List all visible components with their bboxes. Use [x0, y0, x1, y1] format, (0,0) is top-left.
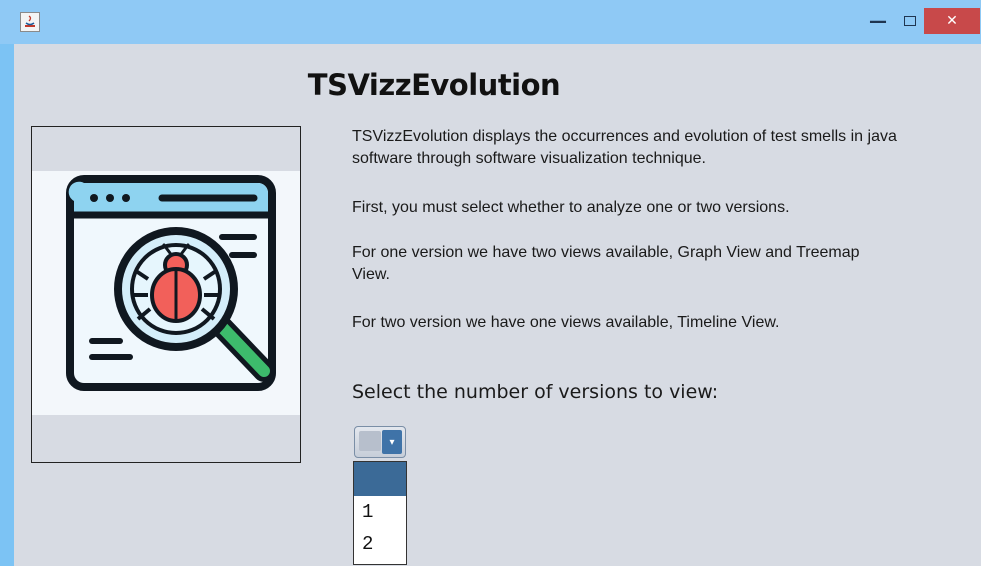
dropdown-option-2[interactable]: 2: [354, 528, 406, 560]
maximize-icon: [904, 16, 916, 26]
java-app-icon: [20, 12, 40, 32]
version-dropdown-list: 1 2: [353, 461, 407, 565]
logo-image-background: [32, 171, 300, 415]
minimize-button[interactable]: —: [860, 8, 896, 34]
maximize-button[interactable]: [897, 8, 923, 34]
dropdown-option-1[interactable]: 1: [354, 496, 406, 528]
bug-search-icon: [66, 175, 276, 391]
app-title: TSVizzEvolution: [307, 68, 561, 102]
description-paragraph-3: For one version we have two views availa…: [352, 244, 860, 283]
chevron-down-icon[interactable]: ▾: [382, 430, 402, 454]
app-window: — ✕ TSVizzEvolution TSVizzEvolution disp…: [0, 0, 981, 566]
dropdown-option-empty[interactable]: [354, 462, 406, 496]
description-paragraph-2: First, you must select whether to analyz…: [352, 199, 790, 216]
main-panel: TSVizzEvolution TSVizzEvolution displays…: [14, 44, 981, 566]
description-paragraph-1: TSVizzEvolution displays the occurrences…: [352, 128, 897, 167]
logo-image-frame: [31, 126, 301, 463]
close-button[interactable]: ✕: [924, 8, 980, 34]
description-paragraph-4: For two version we have one views availa…: [352, 314, 780, 331]
version-select-label: Select the number of versions to view:: [352, 381, 719, 403]
title-bar[interactable]: — ✕: [0, 0, 981, 44]
combo-selected-value: [359, 431, 381, 451]
version-combo-box[interactable]: ▾: [354, 426, 406, 458]
